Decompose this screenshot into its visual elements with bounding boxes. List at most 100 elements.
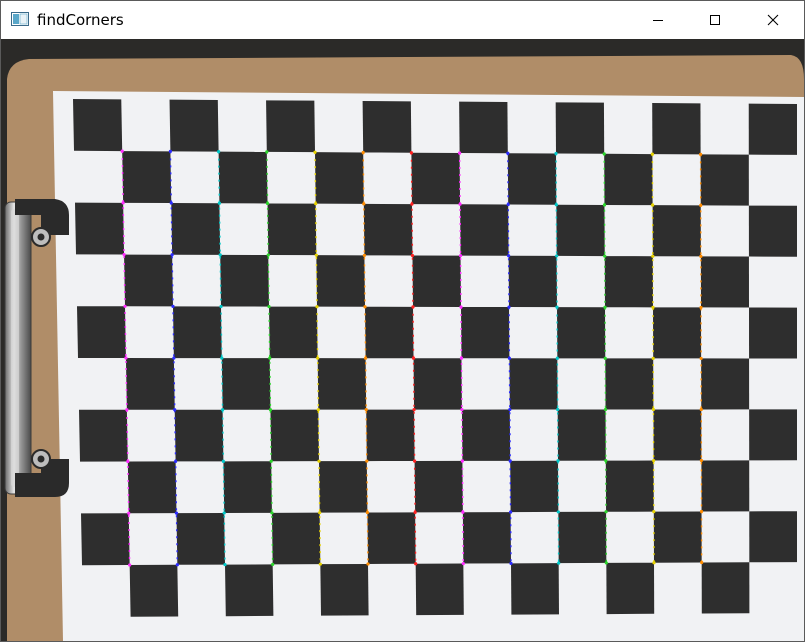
- board-square: [700, 154, 749, 206]
- corner-point: [556, 407, 560, 412]
- board-square: [558, 511, 607, 564]
- corner-point: [269, 459, 273, 463]
- corner-point: [458, 254, 463, 258]
- board-square: [555, 102, 605, 154]
- corner-point: [411, 305, 415, 309]
- corner-point: [603, 356, 607, 360]
- corner-point: [554, 151, 558, 156]
- board-square: [510, 460, 559, 513]
- corner-point: [363, 305, 367, 309]
- corner-point: [125, 408, 129, 412]
- corner-point: [413, 459, 417, 463]
- board-square: [75, 202, 125, 255]
- corner-point: [217, 150, 221, 154]
- board-square: [749, 511, 797, 563]
- window: findCorners: [0, 0, 805, 642]
- board-square: [366, 409, 415, 462]
- corner-point: [459, 356, 464, 360]
- corner-point: [313, 150, 317, 154]
- corner-point: [268, 356, 272, 360]
- maximize-button[interactable]: [692, 1, 738, 39]
- board-square: [701, 358, 750, 410]
- corner-point: [361, 150, 365, 155]
- board-square: [77, 306, 126, 359]
- corner-point: [169, 201, 173, 205]
- corner-point: [168, 149, 172, 153]
- corner-point: [364, 408, 368, 412]
- close-button[interactable]: [750, 1, 796, 39]
- corner-point: [410, 253, 415, 258]
- corner-point: [458, 202, 462, 206]
- corner-point: [123, 304, 127, 308]
- board-square: [748, 205, 797, 257]
- corner-point: [556, 510, 560, 514]
- board-square: [365, 306, 414, 359]
- corner-point: [602, 203, 607, 207]
- board-square: [415, 563, 464, 616]
- board-square: [414, 460, 463, 513]
- corner-point: [459, 305, 463, 309]
- corner-point: [699, 305, 703, 310]
- corner-point: [699, 458, 704, 463]
- board-square: [462, 512, 511, 564]
- board-square: [652, 103, 701, 155]
- board-square: [320, 563, 369, 616]
- corner-point: [507, 356, 511, 360]
- corner-point: [651, 356, 655, 360]
- corner-point: [414, 562, 418, 566]
- corner-point: [314, 202, 318, 206]
- board-square: [362, 101, 412, 153]
- corner-point: [365, 459, 369, 463]
- board-square: [605, 358, 654, 410]
- board-square: [174, 409, 224, 462]
- corner-point: [120, 149, 124, 153]
- board-square: [271, 512, 321, 565]
- board-square: [173, 306, 222, 359]
- corner-point: [650, 152, 655, 156]
- corner-point: [128, 563, 132, 567]
- corner-point: [171, 304, 175, 308]
- corner-point: [413, 510, 417, 514]
- maximize-icon: [710, 15, 720, 25]
- board-square: [461, 409, 511, 461]
- corner-point: [268, 408, 273, 412]
- corner-point: [314, 253, 318, 257]
- title-bar[interactable]: findCorners: [1, 1, 804, 39]
- board-square: [511, 563, 559, 615]
- corner-point: [173, 408, 177, 412]
- corner-point: [604, 510, 608, 514]
- board-square: [460, 204, 509, 256]
- board-square: [412, 255, 461, 307]
- corner-point: [458, 151, 462, 155]
- corner-point: [218, 253, 222, 257]
- corner-point: [506, 151, 510, 155]
- corner-point: [699, 509, 704, 514]
- corner-point: [365, 510, 369, 515]
- board-square: [225, 564, 274, 617]
- corner-point: [699, 203, 703, 207]
- corner-point: [652, 458, 656, 463]
- corner-point: [460, 459, 464, 463]
- corner-point: [411, 356, 416, 360]
- board-square: [317, 358, 367, 410]
- corner-point: [265, 201, 270, 206]
- corner-point: [366, 562, 370, 566]
- corner-point: [124, 356, 128, 360]
- board-square: [748, 103, 797, 155]
- corner-point: [507, 305, 511, 309]
- board-square: [221, 358, 271, 410]
- corner-point: [126, 459, 130, 464]
- minimize-button[interactable]: [635, 1, 681, 39]
- board-square: [319, 461, 368, 513]
- corner-point: [364, 356, 368, 360]
- board-square: [556, 204, 605, 257]
- corner-point: [508, 407, 512, 412]
- corner-point: [508, 459, 512, 463]
- board-square: [604, 256, 653, 308]
- corner-point: [172, 356, 176, 360]
- corner-point: [506, 202, 510, 207]
- board-square: [79, 409, 128, 462]
- board-square: [73, 99, 123, 152]
- app-icon: [11, 12, 29, 26]
- board-square: [169, 99, 219, 152]
